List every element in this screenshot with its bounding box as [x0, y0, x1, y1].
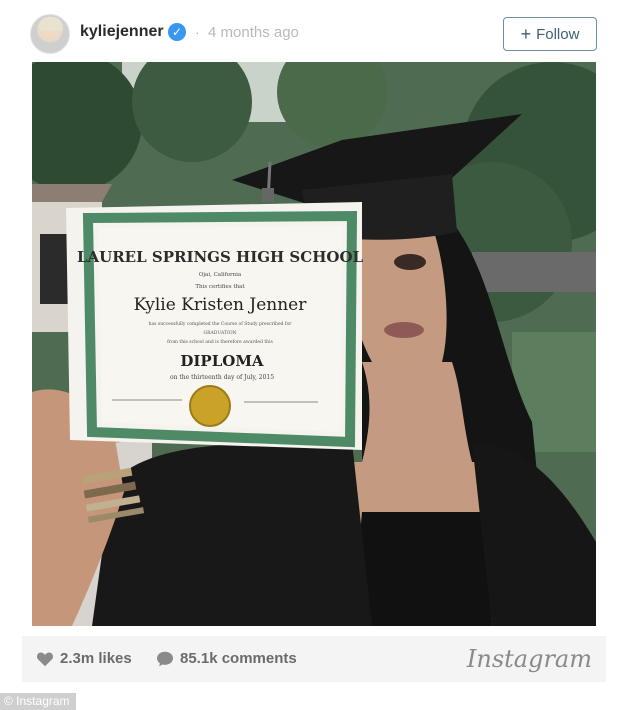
- plus-icon: +: [520, 24, 532, 44]
- diploma-name: Kylie Kristen Jenner: [134, 295, 308, 315]
- diploma-award: DIPLOMA: [180, 352, 264, 370]
- likes-label: 2.3m likes: [60, 650, 132, 667]
- verified-icon: ✓: [168, 23, 186, 41]
- photo-illustration: LAUREL SPRINGS HIGH SCHOOL Ojai, Califor…: [32, 62, 596, 626]
- likes-count[interactable]: 2.3m likes: [36, 650, 132, 667]
- comment-icon: [157, 651, 173, 666]
- diploma-date: on the thirteenth day of July, 2015: [170, 374, 274, 381]
- diploma-line1: has successfully completed the Course of…: [149, 321, 293, 327]
- diploma-line3: from this school and is therefore awarde…: [167, 339, 273, 345]
- comments-count[interactable]: 85.1k comments: [156, 650, 297, 667]
- diploma-seal: [189, 385, 231, 427]
- follow-button[interactable]: + Follow: [503, 17, 597, 51]
- heart-icon: [36, 651, 54, 666]
- username[interactable]: kyliejenner: [80, 23, 164, 41]
- post-footer: 2.3m likes 85.1k comments Instagram: [22, 636, 606, 682]
- post-header: kyliejenner ✓ · 4 months ago + Follow: [30, 12, 600, 56]
- instagram-logo[interactable]: Instagram: [467, 645, 592, 673]
- instagram-embed: kyliejenner ✓ · 4 months ago + Follow LA…: [0, 0, 634, 692]
- separator-dot: ·: [195, 24, 200, 40]
- diploma-certifies: This certifies that: [195, 284, 245, 290]
- diploma: LAUREL SPRINGS HIGH SCHOOL Ojai, Califor…: [66, 202, 364, 450]
- post-timestamp[interactable]: 4 months ago: [208, 24, 299, 41]
- diploma-line2: GRADUATION: [204, 330, 237, 336]
- post-photo[interactable]: LAUREL SPRINGS HIGH SCHOOL Ojai, Califor…: [32, 62, 596, 626]
- comments-label: 85.1k comments: [180, 650, 297, 667]
- follow-label: Follow: [536, 25, 580, 43]
- diploma-school: LAUREL SPRINGS HIGH SCHOOL: [77, 248, 364, 266]
- image-credit: © Instagram: [0, 693, 76, 710]
- avatar[interactable]: [30, 14, 70, 54]
- diploma-location: Ojai, California: [199, 272, 242, 278]
